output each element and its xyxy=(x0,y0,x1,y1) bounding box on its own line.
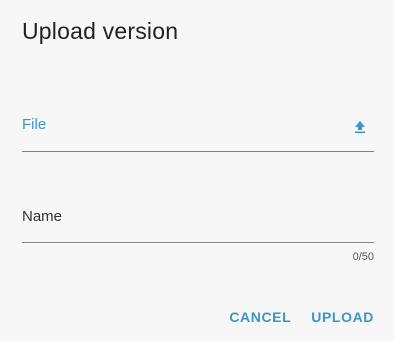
cancel-button[interactable]: CANCEL xyxy=(229,309,291,325)
upload-version-dialog: Upload version File Name 0/50 CANCEL UPL… xyxy=(0,0,394,341)
upload-icon[interactable] xyxy=(354,120,366,134)
upload-button[interactable]: UPLOAD xyxy=(311,309,374,325)
name-input[interactable] xyxy=(22,226,374,240)
file-field[interactable]: File xyxy=(22,110,374,152)
file-field-label: File xyxy=(22,116,47,133)
name-character-counter: 0/50 xyxy=(352,251,374,263)
name-field[interactable]: Name xyxy=(22,202,374,243)
dialog-title: Upload version xyxy=(22,18,179,44)
dialog-actions: CANCEL UPLOAD xyxy=(229,309,374,325)
name-field-label: Name xyxy=(22,208,63,225)
